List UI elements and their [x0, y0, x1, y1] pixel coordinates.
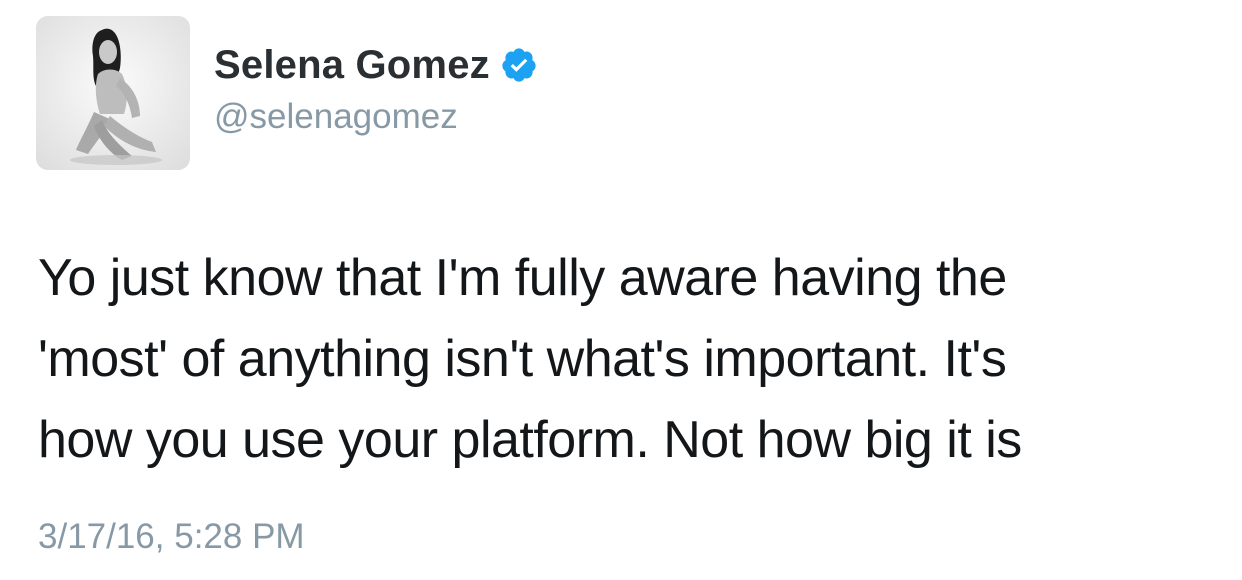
tweet-card: Selena Gomez @selenagomez Yo just know t… [0, 0, 1242, 580]
tweet-text: Yo just know that I'm fully aware having… [38, 238, 1228, 481]
author-block: Selena Gomez @selenagomez [214, 40, 538, 142]
avatar[interactable] [36, 16, 190, 170]
handle[interactable]: @selenagomez [214, 92, 538, 142]
verified-badge-icon [500, 46, 538, 84]
tweet-text-line: Yo just know that I'm fully aware having… [38, 249, 1007, 307]
name-row: Selena Gomez [214, 40, 538, 90]
tweet-text-line: 'most' of anything isn't what's importan… [38, 330, 1007, 388]
avatar-photo [36, 16, 190, 170]
display-name[interactable]: Selena Gomez [214, 40, 490, 90]
tweet-text-line: how you use your platform. Not how big i… [38, 411, 1022, 469]
tweet-timestamp[interactable]: 3/17/16, 5:28 PM [38, 512, 305, 562]
